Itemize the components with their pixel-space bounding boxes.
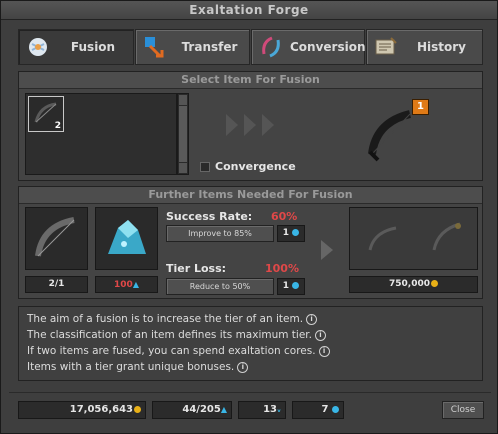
- improve-success-button[interactable]: Improve to 85%: [166, 225, 274, 242]
- info-text: The aim of a fusion is to increase the t…: [27, 313, 304, 325]
- improve-cost-value: 1: [282, 228, 290, 238]
- divider: [9, 392, 491, 393]
- bow-ghost-icon: [432, 222, 461, 251]
- second-item-slot[interactable]: [25, 207, 88, 270]
- item-slot-selected[interactable]: 2: [28, 96, 64, 132]
- tab-history[interactable]: History: [366, 29, 483, 65]
- dust-cost: 100▲: [95, 276, 158, 293]
- gold-balance-value: 17,056,643: [69, 404, 133, 415]
- tab-history-label: History: [416, 40, 467, 54]
- info-text: Items with a tier grant unique bonuses.: [27, 361, 235, 373]
- info-icon[interactable]: i: [306, 313, 318, 325]
- info-line: If two items are fused, you can spend ex…: [27, 345, 330, 357]
- core-balance-value: 7: [321, 404, 329, 415]
- tab-conversion-label: Conversion: [290, 40, 366, 54]
- core-icon: [292, 229, 300, 236]
- info-line: The classification of an item defines it…: [27, 329, 326, 341]
- sliver-balance: 13ᵥ: [238, 401, 286, 419]
- close-button[interactable]: Close: [442, 401, 484, 419]
- tab-fusion[interactable]: Fusion: [18, 29, 134, 65]
- conversion-icon: [262, 36, 280, 58]
- dust-cost-value: 100: [114, 280, 133, 290]
- core-icon: [332, 405, 339, 413]
- dust-small-icon: ▲: [132, 280, 139, 289]
- success-rate-label: Success Rate:: [166, 210, 253, 223]
- scroll-up-arrow[interactable]: [179, 95, 187, 105]
- improve-core-cost: 1: [277, 225, 305, 242]
- convergence-label: Convergence: [215, 160, 296, 173]
- info-text: The classification of an item defines it…: [27, 329, 312, 341]
- success-rate-value: 60%: [271, 210, 298, 223]
- result-arrow-icon: [321, 240, 333, 260]
- select-item-panel: Select Item For Fusion 2 Convergence 1: [18, 71, 483, 181]
- scroll-down-arrow[interactable]: [179, 163, 187, 173]
- gold-balance: 17,056,643: [18, 401, 146, 419]
- dust-slot: [95, 207, 158, 270]
- reduce-core-cost: 1: [277, 278, 305, 295]
- sliver-balance-value: 13: [263, 404, 277, 415]
- sliver-icon: ᵥ: [276, 405, 281, 414]
- transfer-icon: [145, 37, 164, 58]
- further-items-panel: Further Items Needed For Fusion 2/1 100▲…: [18, 186, 483, 299]
- info-line: The aim of a fusion is to increase the t…: [27, 313, 318, 325]
- history-icon: [375, 37, 397, 55]
- tab-conversion[interactable]: Conversion: [251, 29, 366, 65]
- info-line: Items with a tier grant unique bonuses. i: [27, 361, 249, 373]
- info-text: If two items are fused, you can spend ex…: [27, 345, 316, 357]
- select-item-header: Select Item For Fusion: [19, 72, 482, 89]
- tab-transfer[interactable]: Transfer: [135, 29, 250, 65]
- reduce-tier-loss-button[interactable]: Reduce to 50%: [166, 278, 274, 295]
- gold-cost-value: 750,000: [389, 279, 430, 289]
- item-list-scrollbar[interactable]: [177, 93, 189, 175]
- dust-small-icon: ▲: [220, 405, 227, 414]
- core-icon: [292, 282, 300, 289]
- tier-loss-label: Tier Loss:: [166, 262, 227, 275]
- gold-coin-icon: [134, 405, 141, 413]
- window-title: Exaltation Forge: [1, 1, 497, 20]
- scrollbar-thumb[interactable]: [179, 106, 187, 162]
- bow-ghost-icon: [368, 226, 397, 251]
- dust-balance: 44/205▲: [152, 401, 232, 419]
- info-icon[interactable]: i: [237, 361, 249, 373]
- tier-badge: 1: [412, 99, 429, 115]
- core-balance: 7: [292, 401, 344, 419]
- fusion-result-preview: [349, 207, 478, 270]
- fusion-icon: [29, 38, 47, 56]
- info-panel: The aim of a fusion is to increase the t…: [18, 306, 483, 381]
- exaltation-forge-window: Exaltation Forge Fusion Transfer Convers…: [0, 0, 498, 434]
- gold-cost: 750,000: [349, 276, 478, 293]
- gold-coin-icon: [431, 280, 438, 287]
- item-count: 2: [54, 121, 61, 131]
- bow-icon: [35, 217, 75, 257]
- tab-fusion-label: Fusion: [70, 40, 116, 54]
- dust-balance-value: 44/205: [182, 404, 221, 415]
- info-icon[interactable]: i: [315, 329, 326, 341]
- further-items-header: Further Items Needed For Fusion: [19, 187, 482, 204]
- item-list[interactable]: 2: [25, 93, 177, 175]
- reduce-cost-value: 1: [282, 281, 290, 291]
- tab-transfer-label: Transfer: [181, 40, 238, 54]
- info-icon[interactable]: i: [318, 345, 330, 357]
- tier-loss-value: 100%: [265, 262, 299, 275]
- item-count-required: 2/1: [25, 276, 88, 293]
- dust-icon: [108, 220, 146, 254]
- convergence-checkbox[interactable]: [200, 162, 210, 172]
- fusion-arrows-icon: [226, 114, 274, 136]
